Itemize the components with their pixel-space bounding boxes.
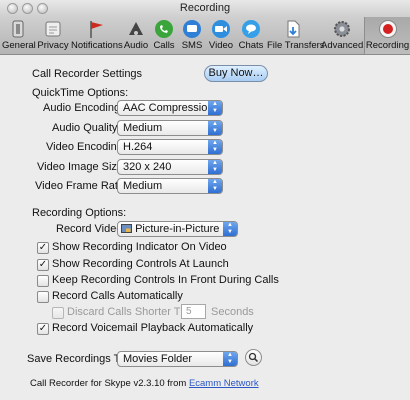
zoom-window-button[interactable] bbox=[37, 3, 48, 14]
popup-arrows-icon: ▲ ▼ bbox=[223, 352, 237, 366]
save-recordings-label: Save Recordings To: bbox=[27, 353, 129, 365]
audio-encoding-label: Audio Encoding: bbox=[43, 102, 124, 114]
audio-encoding-popup[interactable]: AAC Compression ▲ ▼ bbox=[117, 100, 223, 116]
toolbar-item-privacy[interactable]: Privacy bbox=[36, 17, 70, 54]
checkmark-icon: ✓ bbox=[38, 259, 48, 270]
file-transfers-icon bbox=[287, 20, 300, 38]
reveal-folder-button[interactable] bbox=[245, 349, 262, 366]
discard-short-label: Discard Calls Shorter Than bbox=[67, 306, 199, 318]
calls-icon bbox=[155, 20, 173, 38]
toolbar-label-general: General bbox=[2, 40, 36, 51]
toolbar-label-audio: Audio bbox=[123, 40, 149, 51]
magnifier-icon bbox=[248, 352, 259, 363]
audio-quality-value: Medium bbox=[123, 122, 163, 134]
toolbar-label-file-transfers: File Transfers bbox=[267, 40, 325, 51]
record-video-popup[interactable]: Picture-in-Picture ▲ ▼ bbox=[117, 221, 238, 237]
video-frame-rate-value: Medium bbox=[123, 180, 163, 192]
title-bar: Recording bbox=[0, 0, 410, 17]
toolbar-label-privacy: Privacy bbox=[37, 40, 69, 51]
record-automatically-label: Record Calls Automatically bbox=[52, 290, 183, 302]
chats-icon bbox=[242, 20, 260, 38]
popup-arrows-icon: ▲ ▼ bbox=[208, 179, 222, 193]
save-location-popup[interactable]: Movies Folder ▲ ▼ bbox=[117, 351, 238, 367]
quicktime-section-label: QuickTime Options: bbox=[32, 87, 129, 99]
notifications-flag-icon bbox=[90, 21, 103, 38]
popup-arrows-icon: ▲ ▼ bbox=[208, 140, 222, 154]
audio-quality-popup[interactable]: Medium ▲ ▼ bbox=[117, 120, 223, 136]
record-voicemail-checkbox[interactable]: ✓ bbox=[37, 323, 49, 335]
show-indicator-checkbox[interactable]: ✓ bbox=[37, 242, 49, 254]
recording-settings-pane: Call Recorder Settings Buy Now… QuickTim… bbox=[0, 55, 410, 400]
popup-arrows-icon: ▲ ▼ bbox=[208, 101, 222, 115]
privacy-icon bbox=[45, 21, 61, 37]
discard-seconds-field[interactable]: 5 bbox=[181, 304, 206, 319]
close-window-button[interactable] bbox=[7, 3, 18, 14]
toolbar-item-advanced[interactable]: Advanced bbox=[321, 17, 363, 54]
buy-now-button[interactable]: Buy Now… bbox=[204, 65, 268, 82]
show-controls-checkbox[interactable]: ✓ bbox=[37, 259, 49, 271]
popup-arrows-icon: ▲ ▼ bbox=[208, 160, 222, 174]
ecamm-network-link[interactable]: Ecamm Network bbox=[189, 378, 259, 389]
preferences-toolbar: General Privacy Notifications Audio Call… bbox=[0, 17, 410, 55]
video-image-size-popup[interactable]: 320 x 240 ▲ ▼ bbox=[117, 159, 223, 175]
video-encoding-label: Video Encoding: bbox=[46, 141, 126, 153]
popup-arrows-icon: ▲ ▼ bbox=[208, 121, 222, 135]
toolbar-label-chats: Chats bbox=[238, 40, 264, 51]
toolbar-label-advanced: Advanced bbox=[321, 40, 364, 51]
video-encoding-popup[interactable]: H.264 ▲ ▼ bbox=[117, 139, 223, 155]
record-automatically-checkbox[interactable] bbox=[37, 291, 49, 303]
preferences-window: Recording General Privacy Notifications … bbox=[0, 0, 410, 400]
toolbar-item-video[interactable]: Video bbox=[207, 17, 235, 54]
audio-quality-label: Audio Quality: bbox=[52, 122, 121, 134]
keep-front-label: Keep Recording Controls In Front During … bbox=[52, 274, 279, 286]
general-icon bbox=[12, 20, 24, 38]
toolbar-item-audio[interactable]: Audio bbox=[122, 17, 150, 54]
record-voicemail-label: Record Voicemail Playback Automatically bbox=[52, 322, 254, 334]
toolbar-item-general[interactable]: General bbox=[2, 17, 36, 54]
advanced-gear-icon bbox=[334, 21, 350, 37]
show-indicator-label: Show Recording Indicator On Video bbox=[52, 241, 227, 253]
toolbar-item-calls[interactable]: Calls bbox=[151, 17, 177, 54]
minimize-window-button[interactable] bbox=[22, 3, 33, 14]
video-icon bbox=[212, 20, 230, 38]
audio-encoding-value: AAC Compression bbox=[123, 102, 214, 114]
keep-front-checkbox[interactable] bbox=[37, 275, 49, 287]
record-video-value: Picture-in-Picture bbox=[135, 223, 220, 235]
toolbar-item-sms[interactable]: SMS bbox=[178, 17, 206, 54]
footer-text: Call Recorder for Skype v2.3.10 from Eca… bbox=[30, 378, 259, 389]
toolbar-label-recording: Recording bbox=[365, 40, 410, 51]
video-image-size-value: 320 x 240 bbox=[123, 161, 172, 173]
discard-short-checkbox[interactable] bbox=[52, 307, 64, 319]
video-image-size-label: Video Image Size: bbox=[37, 161, 127, 173]
toolbar-item-notifications[interactable]: Notifications bbox=[71, 17, 123, 54]
toolbar-label-video: Video bbox=[208, 40, 234, 51]
save-location-value: Movies Folder bbox=[123, 353, 193, 365]
popup-arrows-icon: ▲ ▼ bbox=[223, 222, 237, 236]
record-video-label: Record Video: bbox=[56, 223, 126, 235]
version-text: Call Recorder for Skype v2.3.10 from bbox=[30, 378, 189, 389]
toolbar-item-chats[interactable]: Chats bbox=[236, 17, 266, 54]
settings-header: Call Recorder Settings bbox=[32, 68, 143, 80]
toolbar-label-notifications: Notifications bbox=[71, 40, 123, 51]
audio-icon bbox=[129, 22, 143, 35]
sms-icon bbox=[183, 20, 201, 38]
picture-in-picture-icon bbox=[121, 224, 132, 233]
checkmark-icon: ✓ bbox=[38, 242, 48, 253]
recording-section-label: Recording Options: bbox=[32, 207, 127, 219]
window-title: Recording bbox=[179, 2, 231, 14]
discard-seconds-units: Seconds bbox=[211, 306, 254, 318]
show-controls-label: Show Recording Controls At Launch bbox=[52, 258, 229, 270]
toolbar-label-sms: SMS bbox=[181, 40, 203, 51]
toolbar-label-calls: Calls bbox=[153, 40, 175, 51]
video-frame-rate-popup[interactable]: Medium ▲ ▼ bbox=[117, 178, 223, 194]
toolbar-item-recording[interactable]: Recording bbox=[364, 17, 410, 54]
checkmark-icon: ✓ bbox=[38, 323, 48, 334]
video-encoding-value: H.264 bbox=[123, 141, 153, 153]
toolbar-item-file-transfers[interactable]: File Transfers bbox=[267, 17, 325, 54]
video-frame-rate-label: Video Frame Rate: bbox=[35, 180, 128, 192]
recording-icon bbox=[378, 20, 397, 38]
